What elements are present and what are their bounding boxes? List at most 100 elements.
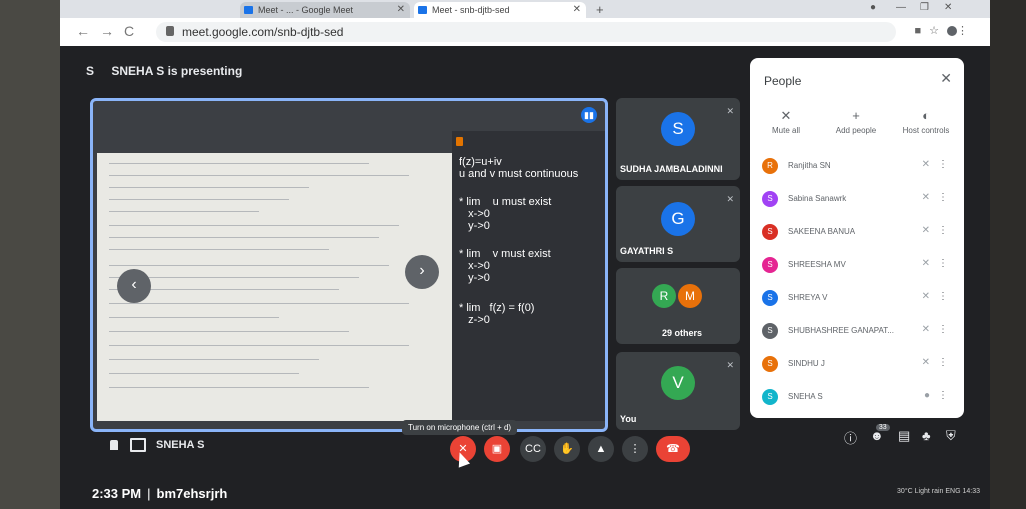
url-input[interactable]: meet.google.com/snb-djtb-sed [156,22,896,42]
mic-off-icon[interactable]: ✕ [922,192,930,203]
avatar: S [762,191,778,207]
list-item[interactable]: S SHUBHASHREE GANAPAT... ✕ ⋮ [760,317,956,347]
address-bar-actions: ■☆ ⋮ [914,24,976,37]
more-options-icon[interactable]: ⋮ [938,159,948,170]
mic-on-icon[interactable]: ● [924,390,930,401]
more-options-icon[interactable]: ⋮ [938,390,948,401]
add-people-button[interactable]: + Add people [826,108,886,135]
panel-title: People [764,74,802,88]
participant-name: SHREYA V [788,293,828,302]
camera-icon[interactable]: ■ [914,25,929,37]
captions-button[interactable]: CC [520,436,546,462]
tab-label: Meet - snb-djtb-sed [432,5,510,15]
close-icon[interactable]: ✕ [940,70,952,87]
others-tile[interactable]: R M 29 others [616,268,740,344]
minimize-icon[interactable]: — [896,2,906,13]
star-icon[interactable]: ☆ [929,25,947,37]
present-now-button[interactable]: ▲ [588,436,614,462]
mic-off-icon: ✕ [726,106,734,116]
close-icon[interactable]: ✕ [573,2,581,18]
avatar: S [762,389,778,405]
menu-dots-icon[interactable]: ⋮ [957,25,976,37]
mic-off-icon[interactable]: ✕ [922,291,930,302]
list-item[interactable]: R Ranjitha SN ✕ ⋮ [760,152,956,182]
avatar: R [762,158,778,174]
host-controls-button[interactable]: ◐ Host controls [896,108,956,135]
meeting-code: bm7ehsrjrh [156,486,228,501]
mic-off-icon[interactable]: ✕ [922,324,930,335]
avatar: M [678,284,702,308]
self-tile[interactable]: ✕ V You [616,352,740,430]
meet-favicon-icon [244,6,253,14]
note-line [109,345,409,346]
more-options-icon[interactable]: ⋮ [938,192,948,203]
mic-off-icon: ✕ [780,108,792,123]
more-options-button[interactable]: ⋮ [622,436,648,462]
chat-icon[interactable]: ▤ [898,428,910,444]
mic-off-icon[interactable]: ✕ [922,225,930,236]
profile-dot-icon[interactable]: ● [870,2,876,13]
monitor-bezel-right [990,0,1026,509]
participant-name: SINDHU J [788,359,825,368]
note-line [109,317,279,318]
list-item[interactable]: S SHREYA V ✕ ⋮ [760,284,956,314]
browser-tab-meet-active[interactable]: Meet - snb-djtb-sed ✕ [414,2,586,18]
camera-toggle-button[interactable]: ▣ [484,436,510,462]
close-icon[interactable]: ✕ [397,2,405,18]
avatar: S [762,290,778,306]
list-item[interactable]: S SINDHU J ✕ ⋮ [760,350,956,380]
list-item[interactable]: S SNEHA S ● ⋮ [760,383,956,413]
note-line [109,387,369,388]
avatar[interactable] [947,26,957,37]
activities-icon[interactable]: ♣ [922,428,931,443]
address-bar: ← → C meet.google.com/snb-djtb-sed ■☆ ⋮ [60,18,990,47]
slide-line: * lim u must exist [459,196,552,208]
note-line [109,359,319,360]
tab-label: Meet - ... - Google Meet [258,5,354,15]
back-arrow-icon[interactable]: ← [76,23,90,39]
browser-tabstrip: Meet - ... - Google Meet ✕ Meet - snb-dj… [60,0,990,18]
participant-tile[interactable]: ✕ G GAYATHRI S [616,186,740,262]
window-close-icon[interactable]: ✕ [944,2,952,13]
participant-tile[interactable]: ✕ S SUDHA JAMBALADINNI [616,98,740,180]
maximize-icon[interactable]: ❐ [920,2,929,13]
monitor-bezel-left [0,0,60,509]
participant-name: SNEHA S [788,392,823,401]
slide-line: y->0 [459,272,490,284]
separator: | [147,486,151,501]
list-item[interactable]: S SHREESHA MV ✕ ⋮ [760,251,956,281]
new-tab-button[interactable]: + [596,2,604,17]
meet-window: S SNEHA S is presenting f(z)=u+iv u and … [60,46,990,509]
reload-icon[interactable]: C [124,23,134,39]
participant-name: Ranjitha SN [788,161,831,170]
host-controls-icon[interactable]: ⛨ [946,428,956,444]
list-item[interactable]: S SAKEENA BANUA ✕ ⋮ [760,218,956,248]
mic-off-icon[interactable]: ✕ [922,159,930,170]
more-options-icon[interactable]: ⋮ [938,291,948,302]
previous-slide-button[interactable]: ‹ [117,269,151,303]
forward-arrow-icon[interactable]: → [100,23,114,39]
info-icon[interactable]: ⓘ [844,428,857,447]
avatar: S [762,323,778,339]
mic-off-icon[interactable]: ✕ [922,357,930,368]
more-options-icon[interactable]: ⋮ [938,225,948,236]
presentation-stage[interactable]: f(z)=u+iv u and v must continuous * lim … [90,98,608,432]
mic-off-icon[interactable]: ✕ [922,258,930,269]
slide-line: * lim v must exist [459,248,551,260]
leave-call-button[interactable]: ☎ [656,436,690,462]
note-line [109,187,309,188]
more-options-icon[interactable]: ⋮ [938,324,948,335]
note-line [109,175,409,176]
slide-line: y->0 [459,220,490,232]
avatar: S [762,356,778,372]
next-slide-button[interactable]: › [405,255,439,289]
raise-hand-button[interactable]: ✋ [554,436,580,462]
list-item[interactable]: S Sabina Sanawrk ✕ ⋮ [760,185,956,215]
slide-line: x->0 [459,260,490,272]
people-icon[interactable]: ☻ 33 [870,424,890,443]
more-options-icon[interactable]: ⋮ [938,258,948,269]
mute-all-button[interactable]: ✕ Mute all [756,108,816,135]
more-options-icon[interactable]: ⋮ [938,357,948,368]
browser-tab-meet-1[interactable]: Meet - ... - Google Meet ✕ [240,2,410,18]
note-line [109,303,409,304]
